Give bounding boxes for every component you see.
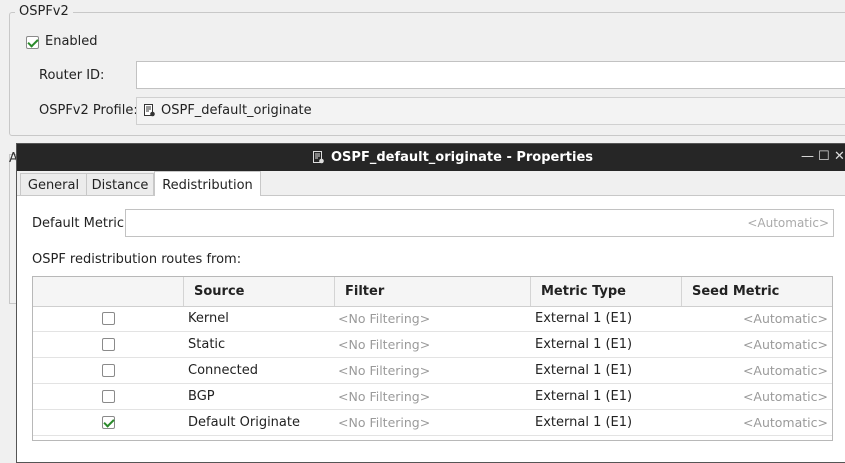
dialog-titlebar[interactable]: OSPF_default_originate - Properties — ☐ … [17, 144, 845, 171]
row-seed-metric[interactable]: <Automatic> [743, 415, 828, 430]
router-id-label: Router ID: [39, 68, 105, 83]
redistribution-table: Source Filter Metric Type Seed Metric Ke… [32, 276, 833, 441]
row-source: BGP [188, 389, 215, 404]
header-filter[interactable]: Filter [334, 277, 530, 306]
table-row[interactable]: Kernel <No Filtering> External 1 (E1) <A… [33, 306, 832, 332]
profile-selector[interactable]: OSPF_default_originate [136, 97, 845, 125]
table-row[interactable]: Default Originate <No Filtering> Externa… [33, 410, 832, 436]
routes-label: OSPF redistribution routes from: [32, 252, 242, 267]
dialog-document-icon [313, 151, 324, 164]
row-metric-type[interactable]: External 1 (E1) [535, 311, 632, 326]
header-metric-type[interactable]: Metric Type [530, 277, 681, 306]
row-filter[interactable]: <No Filtering> [338, 311, 430, 326]
row-checkbox[interactable] [102, 364, 115, 377]
row-seed-metric[interactable]: <Automatic> [743, 363, 828, 378]
row-seed-metric[interactable]: <Automatic> [743, 389, 828, 404]
row-metric-type[interactable]: External 1 (E1) [535, 363, 632, 378]
tab-general[interactable]: General [20, 173, 87, 195]
minimize-icon[interactable]: — [801, 149, 814, 164]
row-filter[interactable]: <No Filtering> [338, 363, 430, 378]
row-metric-type[interactable]: External 1 (E1) [535, 415, 632, 430]
row-filter[interactable]: <No Filtering> [338, 389, 430, 404]
row-checkbox[interactable] [102, 312, 115, 325]
tab-bar: General Distance Redistribution [17, 171, 845, 196]
maximize-icon[interactable]: ☐ [818, 149, 830, 164]
profile-document-icon [144, 104, 155, 117]
row-metric-type[interactable]: External 1 (E1) [535, 389, 632, 404]
row-filter[interactable]: <No Filtering> [338, 415, 430, 430]
header-seed-metric[interactable]: Seed Metric [681, 277, 833, 306]
tab-distance[interactable]: Distance [86, 173, 154, 195]
row-source: Default Originate [188, 415, 300, 430]
row-seed-metric[interactable]: <Automatic> [743, 337, 828, 352]
router-id-input[interactable] [136, 61, 845, 89]
header-source[interactable]: Source [183, 277, 334, 306]
close-icon[interactable]: ✕ [834, 149, 845, 164]
row-source: Kernel [188, 311, 229, 326]
row-source: Static [188, 337, 226, 352]
tab-redistribution[interactable]: Redistribution [154, 171, 261, 196]
default-metric-input[interactable]: <Automatic> [125, 209, 834, 237]
properties-dialog: OSPF_default_originate - Properties — ☐ … [16, 143, 845, 463]
row-metric-type[interactable]: External 1 (E1) [535, 337, 632, 352]
profile-label: OSPFv2 Profile: [39, 103, 138, 118]
ospfv2-group-title: OSPFv2 [15, 4, 73, 19]
table-row[interactable]: Connected <No Filtering> External 1 (E1)… [33, 358, 832, 384]
default-metric-placeholder: <Automatic> [747, 216, 829, 230]
row-source: Connected [188, 363, 259, 378]
row-checkbox[interactable] [102, 416, 115, 429]
enabled-label: Enabled [45, 34, 98, 49]
enabled-checkbox[interactable] [26, 36, 39, 49]
row-seed-metric[interactable]: <Automatic> [743, 311, 828, 326]
profile-value: OSPF_default_originate [161, 103, 312, 118]
table-header: Source Filter Metric Type Seed Metric [33, 277, 832, 307]
table-row[interactable]: BGP <No Filtering> External 1 (E1) <Auto… [33, 384, 832, 410]
row-checkbox[interactable] [102, 390, 115, 403]
row-filter[interactable]: <No Filtering> [338, 337, 430, 352]
dialog-title: OSPF_default_originate - Properties [331, 150, 593, 165]
table-row[interactable]: Static <No Filtering> External 1 (E1) <A… [33, 332, 832, 358]
default-metric-label: Default Metric: [32, 216, 129, 231]
header-checkbox-col [33, 277, 183, 306]
row-checkbox[interactable] [102, 338, 115, 351]
